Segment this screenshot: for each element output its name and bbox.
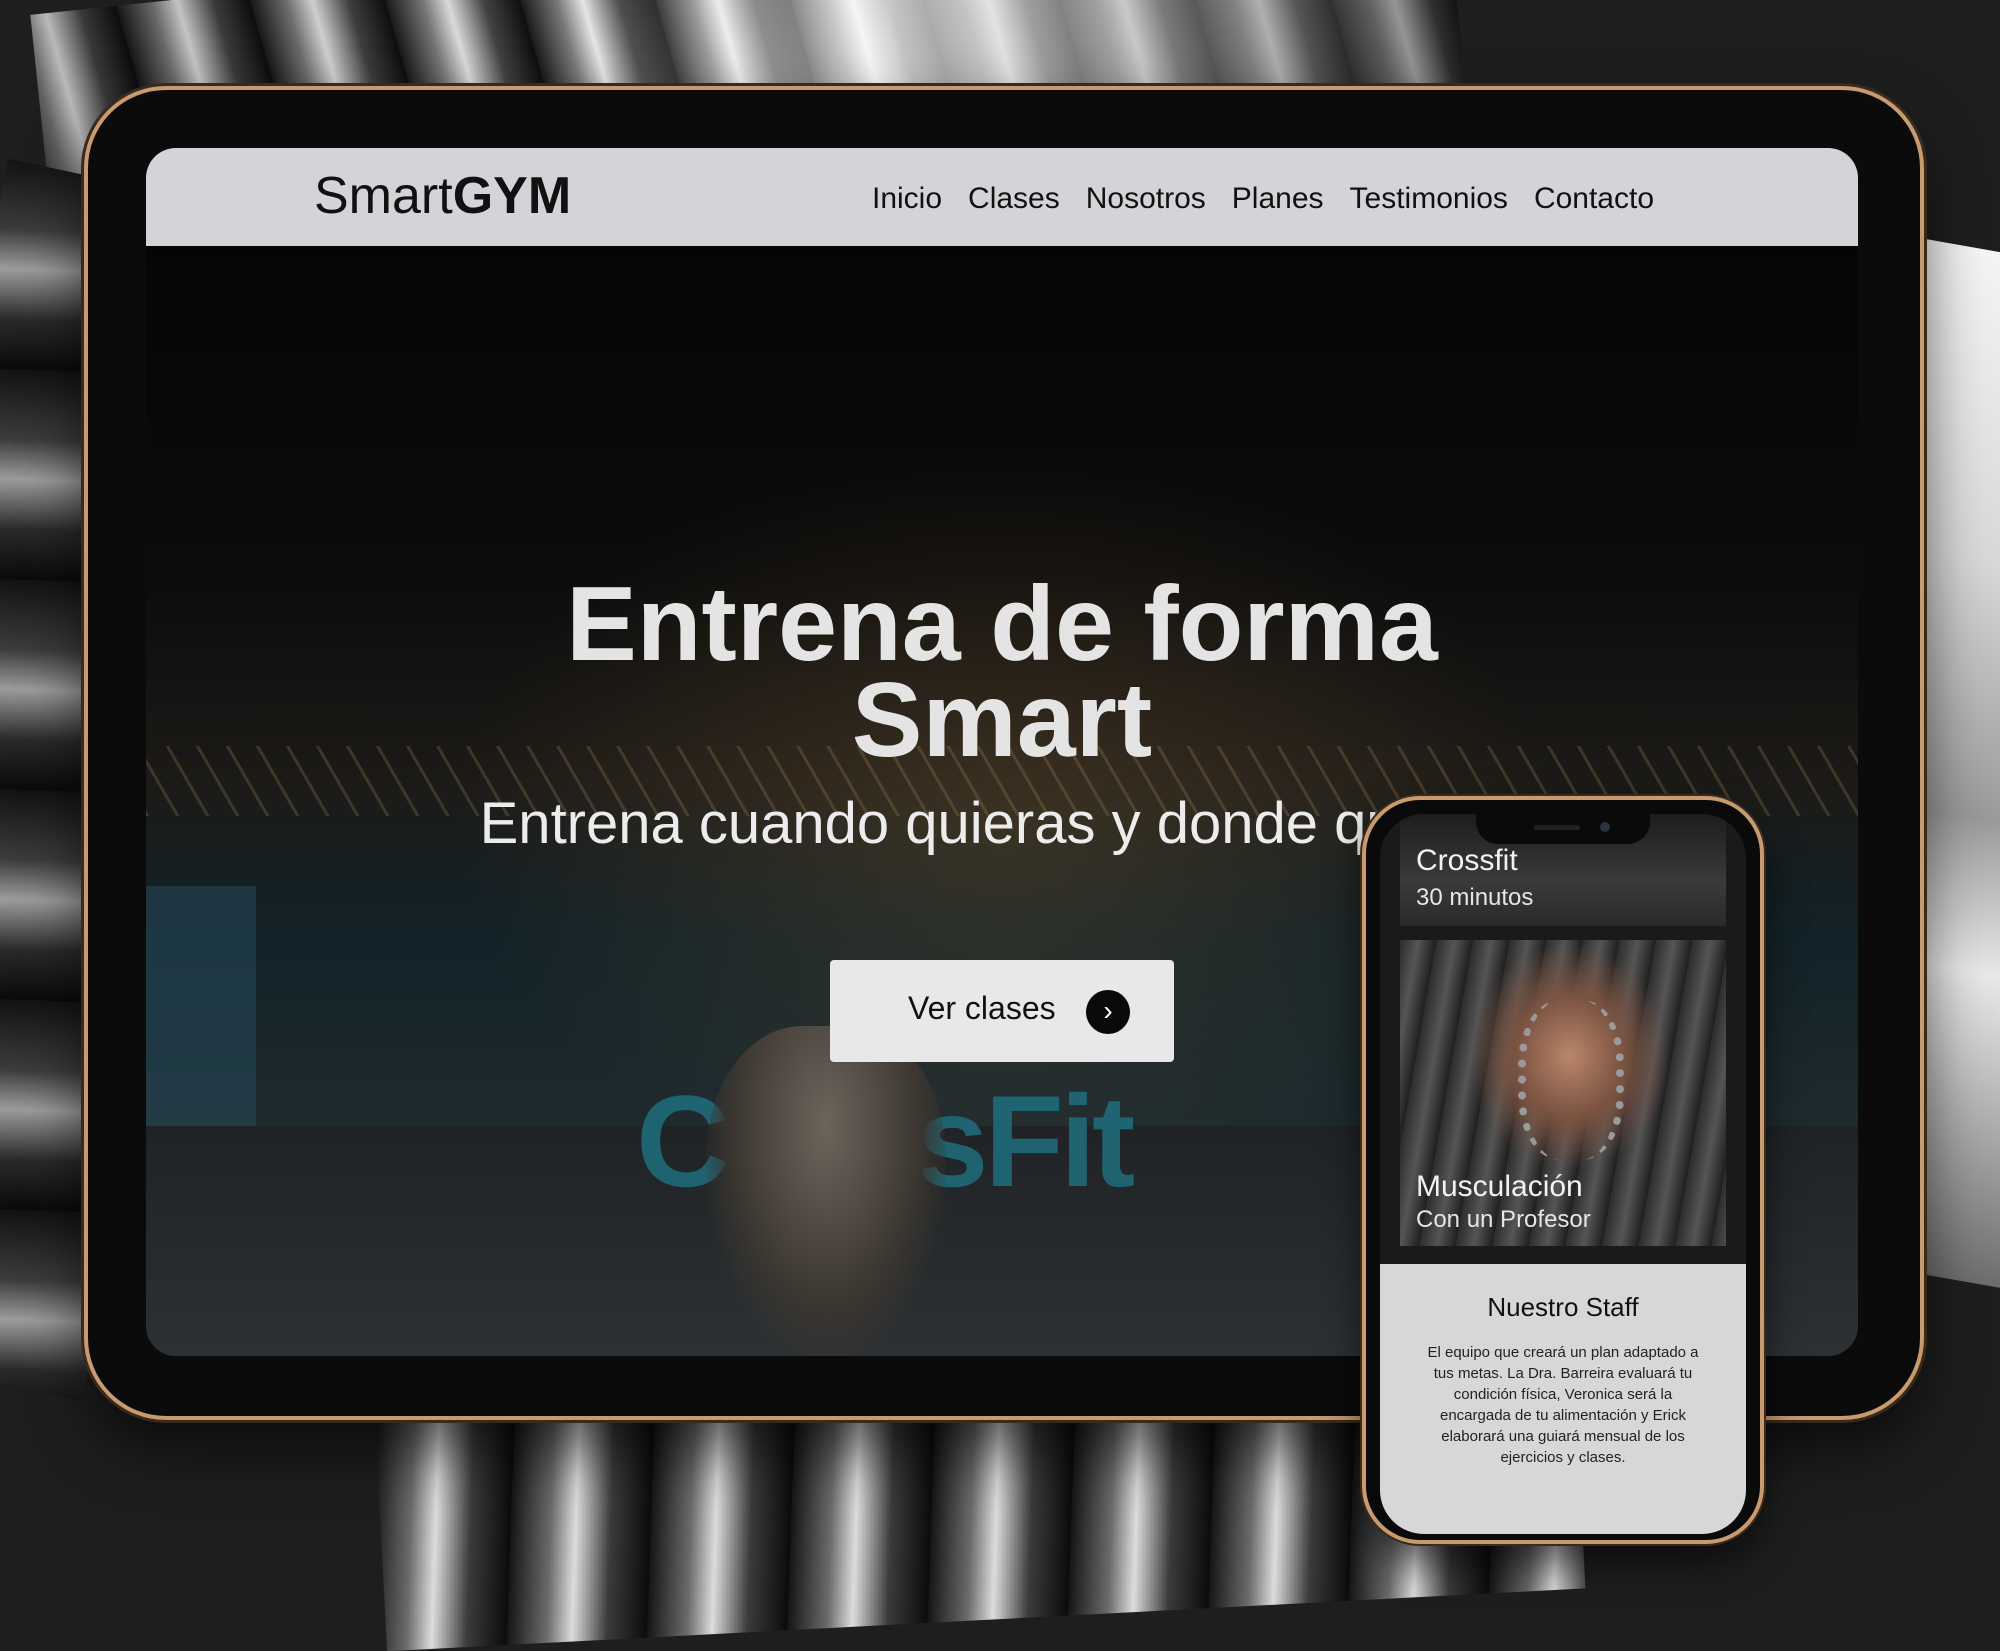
site-navbar: SmartGYM Inicio Clases Nosotros Planes T… [146,148,1858,246]
ver-clases-button[interactable]: Ver clases › [830,960,1174,1062]
phone-screen: Crossfit 30 minutos Musculación Con un P… [1380,814,1746,1534]
staff-section: Nuestro Staff El equipo que creará un pl… [1380,1264,1746,1534]
speaker-icon [1534,825,1580,830]
nav-link-planes[interactable]: Planes [1232,182,1324,216]
phone-notch [1476,814,1650,844]
nav-link-testimonios[interactable]: Testimonios [1350,182,1508,216]
chevron-right-icon: › [1086,990,1130,1034]
class-card-title: Crossfit [1416,844,1518,877]
class-card-title: Musculación [1416,1170,1583,1203]
hero-title-line2: Smart [851,661,1153,779]
hero-title-line1: Entrena de forma [566,565,1438,683]
hero-title: Entrena de forma Smart [146,565,1858,779]
hero-athlete-figure [706,1026,946,1356]
camera-icon [1600,822,1610,832]
logo-bold: GYM [452,167,572,225]
ver-clases-label: Ver clases [908,990,1056,1026]
nav-link-contacto[interactable]: Contacto [1534,182,1654,216]
chain-image [1518,1000,1624,1160]
phone-mockup: Crossfit 30 minutos Musculación Con un P… [1362,796,1764,1544]
nav-link-nosotros[interactable]: Nosotros [1086,182,1206,216]
site-logo[interactable]: SmartGYM [314,166,571,226]
nav-link-inicio[interactable]: Inicio [872,182,942,216]
class-card-subtitle: 30 minutos [1416,884,1534,911]
class-card-musculacion[interactable]: Musculación Con un Profesor [1400,940,1726,1246]
logo-regular: Smart [314,167,453,225]
class-card-subtitle: Con un Profesor [1416,1206,1591,1233]
nav-links: Inicio Clases Nosotros Planes Testimonio… [872,182,1680,216]
nav-link-clases[interactable]: Clases [968,182,1060,216]
staff-description: El equipo que creará un plan adaptado a … [1427,1344,1699,1466]
staff-title: Nuestro Staff [1487,1292,1639,1322]
